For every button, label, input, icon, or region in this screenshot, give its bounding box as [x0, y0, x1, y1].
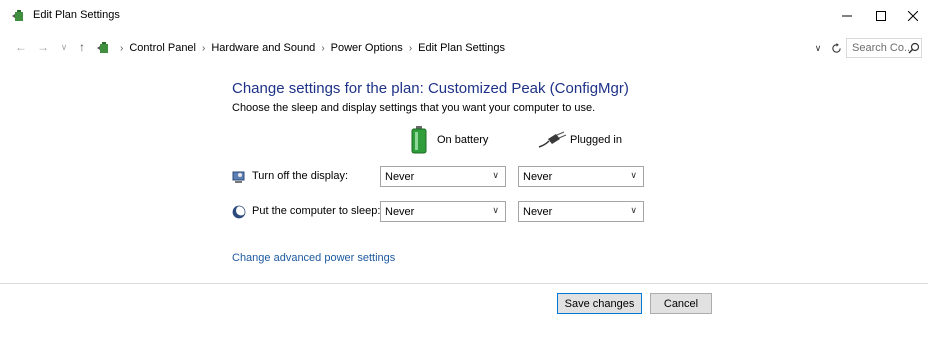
- close-icon: [908, 11, 918, 21]
- display-plugged-in-select[interactable]: Never ∨: [518, 166, 644, 187]
- display-on-battery-value: Never: [385, 170, 415, 183]
- turn-off-display-label: Turn off the display:: [252, 170, 348, 182]
- save-changes-button[interactable]: Save changes: [557, 293, 642, 314]
- chevron-down-icon: ∨: [814, 42, 822, 53]
- minimize-icon: [842, 15, 852, 17]
- sleep-plugged-in-select[interactable]: Never ∨: [518, 201, 644, 222]
- maximize-icon: [876, 11, 886, 21]
- recent-locations-button[interactable]: ∨: [57, 40, 71, 54]
- chevron-down-icon: ∨: [630, 170, 637, 180]
- breadcrumb-edit-plan-settings[interactable]: Edit Plan Settings: [418, 42, 505, 54]
- window-title: Edit Plan Settings: [33, 9, 120, 21]
- arrow-up-icon: ↑: [79, 40, 85, 54]
- page-subtitle: Choose the sleep and display settings th…: [232, 102, 596, 114]
- computer-sleep-label: Put the computer to sleep:: [252, 205, 381, 217]
- power-options-icon: [12, 10, 23, 21]
- display-icon: [232, 171, 245, 183]
- display-on-battery-select[interactable]: Never ∨: [380, 166, 506, 187]
- chevron-down-icon: ∨: [60, 41, 68, 52]
- page-title: Change settings for the plan: Customized…: [232, 80, 629, 97]
- display-plugged-in-value: Never: [523, 170, 553, 183]
- sleep-on-battery-select[interactable]: Never ∨: [380, 201, 506, 222]
- sleep-icon: [232, 205, 246, 219]
- chevron-down-icon: ∨: [630, 205, 637, 215]
- forward-button[interactable]: →: [36, 40, 50, 54]
- search-placeholder: Search Co...: [852, 42, 914, 54]
- close-button[interactable]: [896, 0, 928, 32]
- battery-icon: [411, 126, 427, 154]
- maximize-button[interactable]: [864, 0, 898, 32]
- breadcrumb[interactable]: › Control Panel › Hardware and Sound › P…: [96, 38, 844, 58]
- chevron-down-icon: ∨: [492, 170, 499, 180]
- refresh-button[interactable]: [829, 41, 843, 55]
- breadcrumb-hardware-and-sound[interactable]: Hardware and Sound: [211, 42, 315, 54]
- breadcrumb-control-panel[interactable]: Control Panel: [129, 42, 196, 54]
- search-icon: [908, 42, 920, 54]
- address-dropdown-button[interactable]: ∨: [811, 41, 825, 55]
- column-header-plugged-in: Plugged in: [570, 134, 622, 146]
- column-header-on-battery: On battery: [437, 134, 489, 146]
- arrow-left-icon: ←: [15, 40, 27, 54]
- chevron-down-icon: ∨: [492, 205, 499, 215]
- title-bar: [0, 0, 928, 32]
- control-panel-icon: [97, 42, 108, 53]
- breadcrumb-separator-icon: ›: [120, 42, 124, 54]
- refresh-icon: [831, 42, 841, 53]
- advanced-power-settings-link[interactable]: Change advanced power settings: [232, 252, 395, 264]
- cancel-button[interactable]: Cancel: [650, 293, 712, 314]
- back-button[interactable]: ←: [14, 40, 28, 54]
- up-button[interactable]: ↑: [75, 40, 89, 54]
- footer-divider: [0, 283, 928, 284]
- breadcrumb-separator-icon: ›: [408, 42, 413, 54]
- sleep-plugged-in-value: Never: [523, 205, 553, 218]
- sleep-on-battery-value: Never: [385, 205, 415, 218]
- minimize-button[interactable]: [830, 0, 864, 32]
- arrow-right-icon: →: [37, 40, 49, 54]
- breadcrumb-power-options[interactable]: Power Options: [331, 42, 403, 54]
- breadcrumb-separator-icon: ›: [202, 42, 206, 54]
- breadcrumb-separator-icon: ›: [321, 42, 325, 54]
- power-plug-icon: [538, 131, 567, 148]
